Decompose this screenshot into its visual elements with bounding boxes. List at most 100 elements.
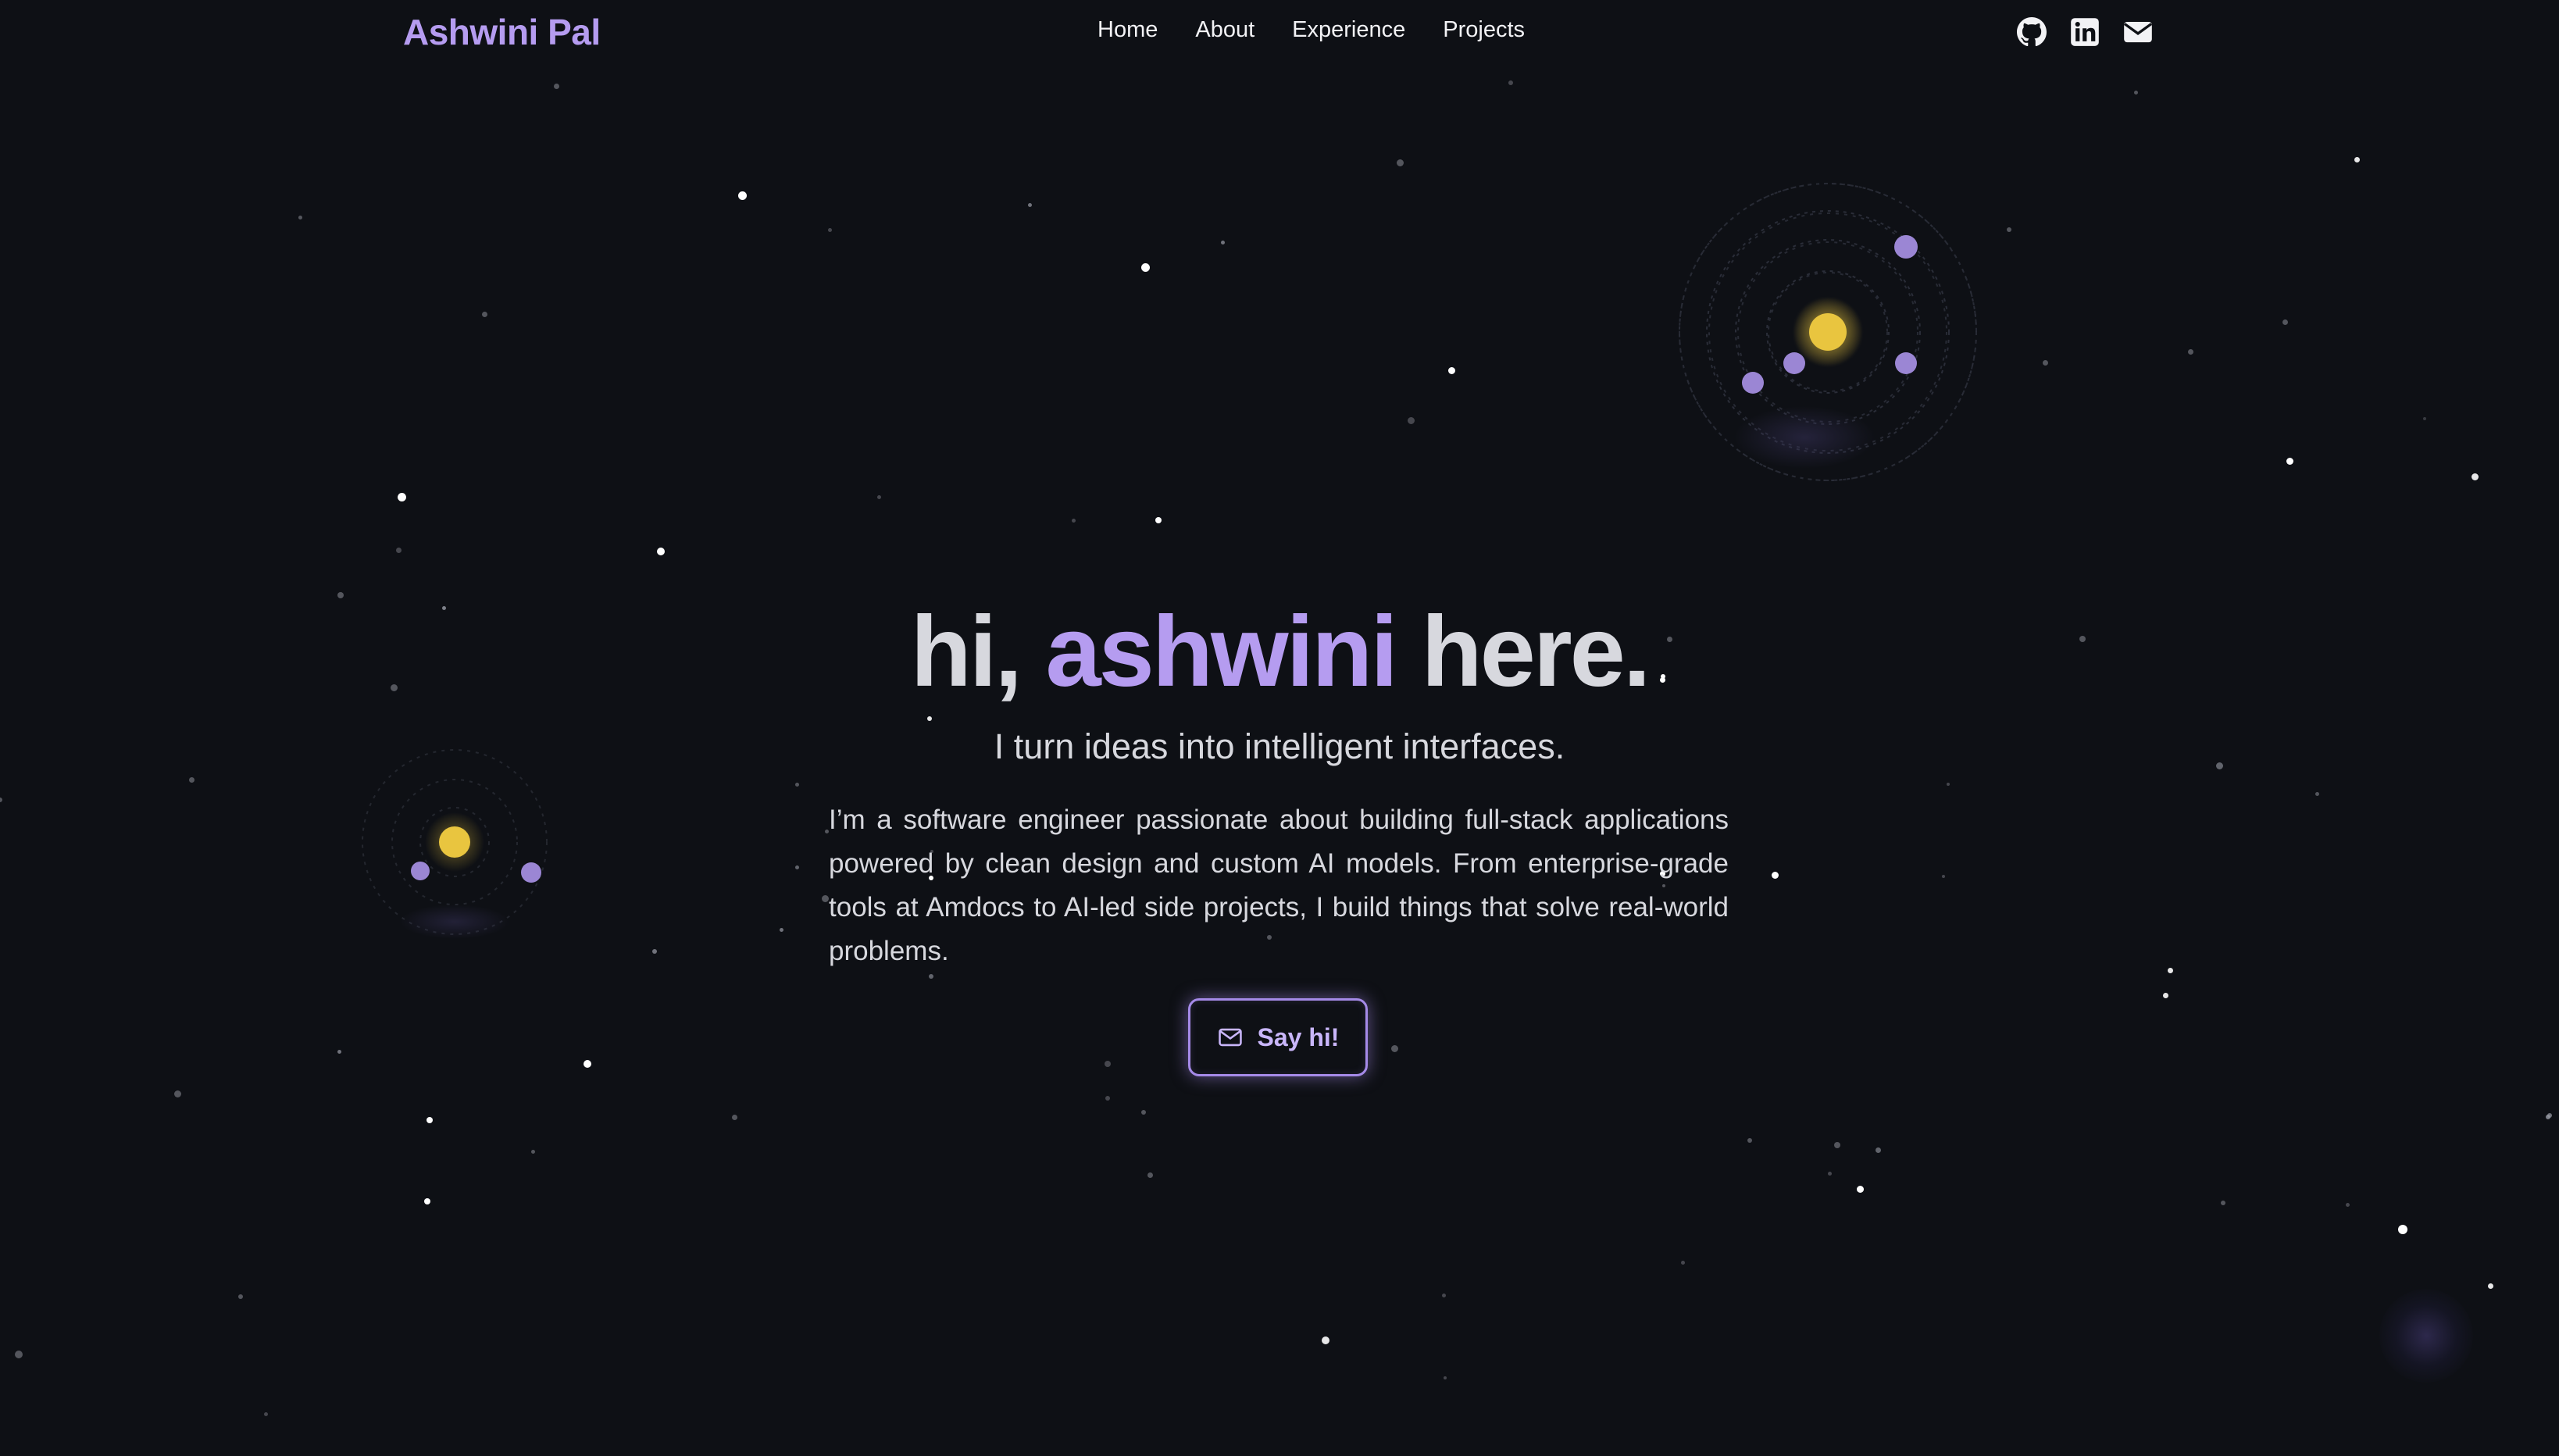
star-dot <box>426 1117 433 1123</box>
planet-icon <box>1894 235 1918 259</box>
star-dot <box>2167 967 2173 973</box>
star-dot <box>1441 1293 1446 1297</box>
star-dot <box>1220 240 1225 244</box>
hero-title: hi, ashwini here. <box>0 594 2559 711</box>
star-dot <box>263 1411 268 1416</box>
solar-system-small <box>353 748 556 951</box>
star-dot <box>2286 457 2293 465</box>
star-dot <box>1834 1142 1840 1148</box>
star-dot <box>2423 417 2426 420</box>
star-dot <box>173 1090 181 1097</box>
hero-greeting: hi, <box>910 596 1023 708</box>
nav-item-about[interactable]: About <box>1195 17 1255 43</box>
star-dot <box>1105 1061 1111 1067</box>
star-dot <box>2133 90 2138 95</box>
planet-icon <box>1783 352 1805 374</box>
star-dot <box>1771 871 1779 879</box>
star-dot <box>1141 1110 1146 1115</box>
star-dot <box>1071 518 1076 523</box>
star-dot <box>2398 1225 2407 1234</box>
star-dot <box>1407 416 1415 424</box>
page: Ashwini Pal Home About Experience Projec… <box>0 0 2559 1456</box>
star-dot <box>2282 319 2288 325</box>
star-dot <box>821 894 829 902</box>
star-dot <box>731 1114 737 1120</box>
star-dot <box>2546 1115 2550 1119</box>
star-dot <box>15 1351 23 1358</box>
star-dot <box>1942 875 1945 878</box>
star-dot <box>1105 1096 1110 1101</box>
planet-icon <box>521 862 541 883</box>
star-dot <box>737 191 747 200</box>
star-dot <box>424 1198 430 1204</box>
star-dot <box>1680 1260 1685 1265</box>
star-dot <box>929 974 933 979</box>
star-dot <box>1508 80 1513 85</box>
say-hi-label: Say hi! <box>1257 1022 1340 1051</box>
nav-item-home[interactable]: Home <box>1097 17 1158 43</box>
nav-item-projects[interactable]: Projects <box>1443 17 1525 43</box>
star-dot <box>553 83 559 89</box>
mail-icon[interactable] <box>2123 17 2153 47</box>
planet-icon <box>411 862 430 880</box>
star-dot <box>584 1060 591 1068</box>
star-dot <box>1390 1044 1398 1052</box>
hero-title-tail: here. <box>1421 596 1651 708</box>
hero-description: I’m a software engineer passionate about… <box>829 805 1729 966</box>
star-dot <box>1396 159 1404 166</box>
star-dot <box>337 1049 341 1054</box>
star-dot <box>927 716 932 721</box>
star-dot <box>1147 1172 1153 1178</box>
star-dot <box>1747 1138 1752 1143</box>
star-dot <box>2162 992 2168 998</box>
star-dot <box>794 782 799 787</box>
star-dot <box>1947 783 1950 786</box>
star-dot <box>530 1149 535 1154</box>
star-dot <box>1155 517 1162 523</box>
star-dot <box>2007 227 2011 232</box>
star-dot <box>657 548 665 555</box>
star-dot <box>1827 1171 1832 1176</box>
main-nav: Home About Experience Projects <box>1097 17 1525 43</box>
star-dot <box>2354 156 2360 162</box>
star-dot <box>824 829 829 833</box>
star-dot <box>2487 1283 2493 1289</box>
star-dot <box>2315 791 2319 796</box>
solar-system-large-bodies <box>1672 180 1984 492</box>
star-dot <box>1140 262 1150 272</box>
star-dot <box>2345 1202 2350 1207</box>
star-dot <box>2042 359 2048 366</box>
brand-logo-text[interactable]: Ashwini Pal <box>403 11 601 53</box>
say-hi-button[interactable]: Say hi! <box>1188 998 1368 1076</box>
planet-icon <box>1742 372 1764 394</box>
mail-icon <box>1218 1028 1242 1047</box>
linkedin-icon[interactable] <box>2070 17 2100 47</box>
sun-icon <box>1809 313 1847 351</box>
star-dot <box>481 311 487 317</box>
star-dot <box>1027 202 1032 207</box>
hero-subtitle: I turn ideas into intelligent interfaces… <box>994 726 1565 766</box>
star-dot <box>1856 1185 1864 1193</box>
github-icon[interactable] <box>2017 17 2047 47</box>
hero-name: ashwini <box>1045 596 1397 708</box>
star-dot <box>652 949 657 954</box>
sun-icon <box>439 826 470 858</box>
star-dot <box>1447 366 1455 374</box>
star-dot <box>238 1294 243 1299</box>
star-dot <box>2221 1201 2225 1205</box>
star-dot <box>0 798 2 802</box>
star-dot <box>1444 1376 1447 1379</box>
star-dot <box>827 227 832 232</box>
star-dot <box>2471 473 2479 480</box>
star-dot <box>876 494 881 499</box>
star-dot <box>397 492 406 501</box>
planet-icon <box>1895 352 1917 374</box>
star-dot <box>298 215 302 219</box>
star-dot <box>794 865 799 869</box>
star-dot <box>395 547 402 553</box>
nav-item-experience[interactable]: Experience <box>1292 17 1405 43</box>
star-dot <box>188 776 195 783</box>
nebula-glow <box>2379 1289 2473 1383</box>
star-dot <box>1322 1336 1329 1344</box>
social-links <box>2017 17 2153 47</box>
